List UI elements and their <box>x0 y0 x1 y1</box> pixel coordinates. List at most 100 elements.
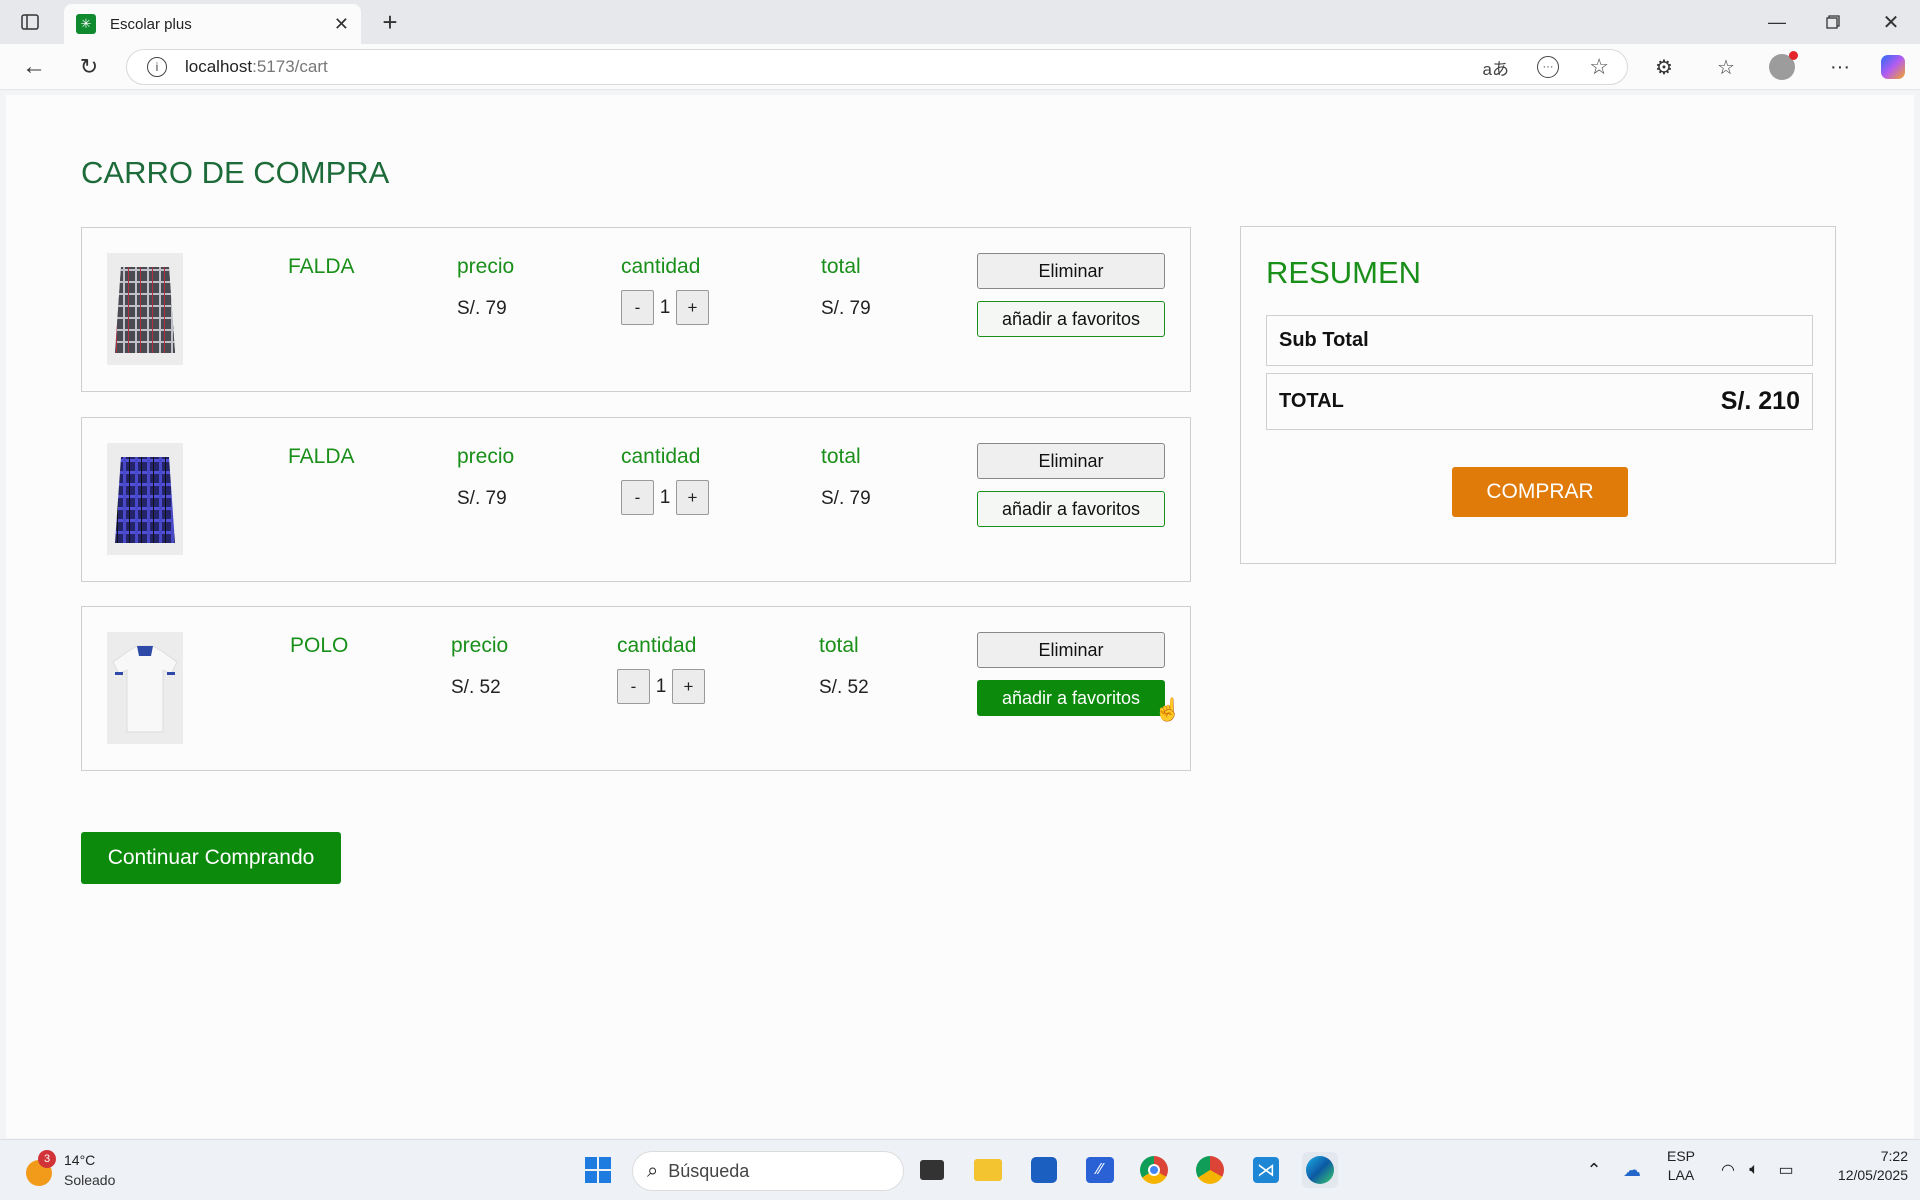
store-icon[interactable] <box>1026 1152 1062 1188</box>
quantity-header: cantidad <box>621 255 701 278</box>
total-header: total <box>821 445 861 468</box>
total-value: S/. 52 <box>819 677 869 698</box>
add-to-favorites-button[interactable]: añadir a favoritos <box>977 680 1165 716</box>
summary-title: RESUMEN <box>1266 255 1422 290</box>
search-icon: ⌕ <box>647 1159 659 1182</box>
price-header: precio <box>457 255 515 278</box>
taskbar: 3 14°C Soleado ⌕ Búsqueda ⁄⁄ ⋊ ⌃ ☁ ESP L… <box>0 1139 1920 1200</box>
product-image <box>107 253 183 365</box>
restore-icon[interactable] <box>1818 8 1848 36</box>
show-hidden-icons-icon[interactable]: ⌃ <box>1576 1152 1612 1188</box>
remove-button[interactable]: Eliminar <box>977 443 1165 479</box>
back-icon[interactable]: ← <box>20 53 48 81</box>
language-code: ESP <box>1666 1148 1695 1164</box>
subtotal-label: Sub Total <box>1279 329 1369 351</box>
quantity-header: cantidad <box>617 634 697 657</box>
cart-item: FALDA precio S/. 79 cantidad - 1 + total… <box>81 227 1191 392</box>
tab-actions-icon[interactable] <box>18 10 42 34</box>
translate-icon[interactable]: aあ <box>1483 55 1509 80</box>
total-value: S/. 79 <box>821 488 871 509</box>
address-bar[interactable]: i localhost:5173/cart aあ ··· ☆ <box>126 49 1628 85</box>
increase-quantity-button[interactable]: + <box>672 669 705 704</box>
chrome-icon[interactable] <box>1136 1152 1172 1188</box>
total-header: total <box>821 255 861 278</box>
new-tab-icon[interactable]: + <box>376 7 404 37</box>
app-icon[interactable]: ⁄⁄ <box>1082 1152 1118 1188</box>
copilot-icon[interactable] <box>1879 53 1907 81</box>
favorite-star-icon[interactable]: ☆ <box>1589 54 1609 80</box>
product-name: FALDA <box>288 255 355 278</box>
more-options-icon[interactable]: ··· <box>1826 53 1854 81</box>
onedrive-icon[interactable]: ☁ <box>1614 1152 1650 1188</box>
mouse-cursor-icon: ☝ <box>1154 697 1182 722</box>
tab-strip: ✳ Escolar plus ✕ + — ✕ <box>0 0 1920 44</box>
keyboard-layout: LAA <box>1667 1167 1695 1183</box>
cart-item: FALDA precio S/. 79 cantidad - 1 + total… <box>81 417 1191 582</box>
cart-page: CARRO DE COMPRA FALDA precio S/. 79 cant… <box>6 95 1914 1138</box>
weather-badge: 3 <box>38 1150 56 1168</box>
add-to-favorites-button[interactable]: añadir a favoritos <box>977 301 1165 337</box>
remove-button[interactable]: Eliminar <box>977 253 1165 289</box>
site-info-icon[interactable]: i <box>147 57 167 77</box>
favorites-icon[interactable]: ☆ <box>1712 53 1740 81</box>
profile-avatar[interactable] <box>1768 51 1798 81</box>
tab-title: Escolar plus <box>110 15 192 33</box>
weather-desc: Soleado <box>64 1172 116 1188</box>
total-header: total <box>819 634 859 657</box>
clock[interactable]: 7:22 12/05/2025 <box>1812 1148 1908 1183</box>
file-explorer-icon[interactable] <box>970 1152 1006 1188</box>
price-value: S/. 79 <box>457 488 507 509</box>
increase-quantity-button[interactable]: + <box>676 290 709 325</box>
quantity-stepper: - 1 + <box>621 290 709 325</box>
weather-widget[interactable]: 3 14°C Soleado <box>26 1150 146 1192</box>
page-title: CARRO DE COMPRA <box>81 155 390 190</box>
browser-tab[interactable]: ✳ Escolar plus ✕ <box>64 4 361 44</box>
extensions-icon[interactable]: ⚙ <box>1650 53 1678 81</box>
url-host: localhost <box>185 57 253 76</box>
close-tab-icon[interactable]: ✕ <box>334 14 349 35</box>
chrome-profile-icon[interactable] <box>1192 1152 1228 1188</box>
subtotal-row: Sub Total <box>1266 315 1813 366</box>
product-image <box>107 443 183 555</box>
refresh-icon[interactable]: ↻ <box>75 53 103 81</box>
reading-mode-icon[interactable]: ··· <box>1537 56 1559 78</box>
buy-button[interactable]: COMPRAR <box>1452 467 1628 517</box>
price-header: precio <box>451 634 509 657</box>
volume-icon[interactable]: 🔈︎ <box>1736 1152 1772 1188</box>
minimize-icon[interactable]: — <box>1762 8 1792 36</box>
total-amount: S/. 210 <box>1720 387 1800 415</box>
product-name: POLO <box>290 634 349 657</box>
battery-icon[interactable]: ▭ <box>1768 1152 1804 1188</box>
price-header: precio <box>457 445 515 468</box>
vscode-icon[interactable]: ⋊ <box>1248 1152 1284 1188</box>
close-window-icon[interactable]: ✕ <box>1876 8 1906 36</box>
edge-icon[interactable] <box>1302 1152 1338 1188</box>
price-value: S/. 52 <box>451 677 501 698</box>
add-to-favorites-button[interactable]: añadir a favoritos <box>977 491 1165 527</box>
quantity-value: 1 <box>655 675 667 697</box>
increase-quantity-button[interactable]: + <box>676 480 709 515</box>
decrease-quantity-button[interactable]: - <box>621 480 654 515</box>
total-value: S/. 79 <box>821 298 871 319</box>
clock-time: 7:22 <box>1880 1148 1908 1164</box>
decrease-quantity-button[interactable]: - <box>621 290 654 325</box>
weather-temp: 14°C <box>64 1152 96 1168</box>
taskbar-search[interactable]: ⌕ Búsqueda <box>632 1151 904 1191</box>
search-placeholder: Búsqueda <box>668 1160 750 1181</box>
product-name: FALDA <box>288 445 355 468</box>
product-image <box>107 632 183 744</box>
continue-shopping-button[interactable]: Continuar Comprando <box>81 832 341 884</box>
browser-toolbar: ← ↻ i localhost:5173/cart aあ ··· ☆ ⚙ ☆ ·… <box>0 44 1920 90</box>
order-summary: RESUMEN Sub Total TOTAL S/. 210 COMPRAR <box>1240 226 1836 564</box>
start-menu-icon[interactable] <box>580 1152 616 1188</box>
total-row: TOTAL S/. 210 <box>1266 373 1813 430</box>
browser-window: ✳ Escolar plus ✕ + — ✕ ← ↻ i localhost:5… <box>0 0 1920 1139</box>
price-value: S/. 79 <box>457 298 507 319</box>
language-indicator[interactable]: ESP LAA <box>1664 1148 1698 1183</box>
url-path: :5173/cart <box>252 57 328 76</box>
quantity-stepper: - 1 + <box>621 480 709 515</box>
task-view-icon[interactable] <box>914 1152 950 1188</box>
quantity-value: 1 <box>659 486 671 508</box>
remove-button[interactable]: Eliminar <box>977 632 1165 668</box>
decrease-quantity-button[interactable]: - <box>617 669 650 704</box>
